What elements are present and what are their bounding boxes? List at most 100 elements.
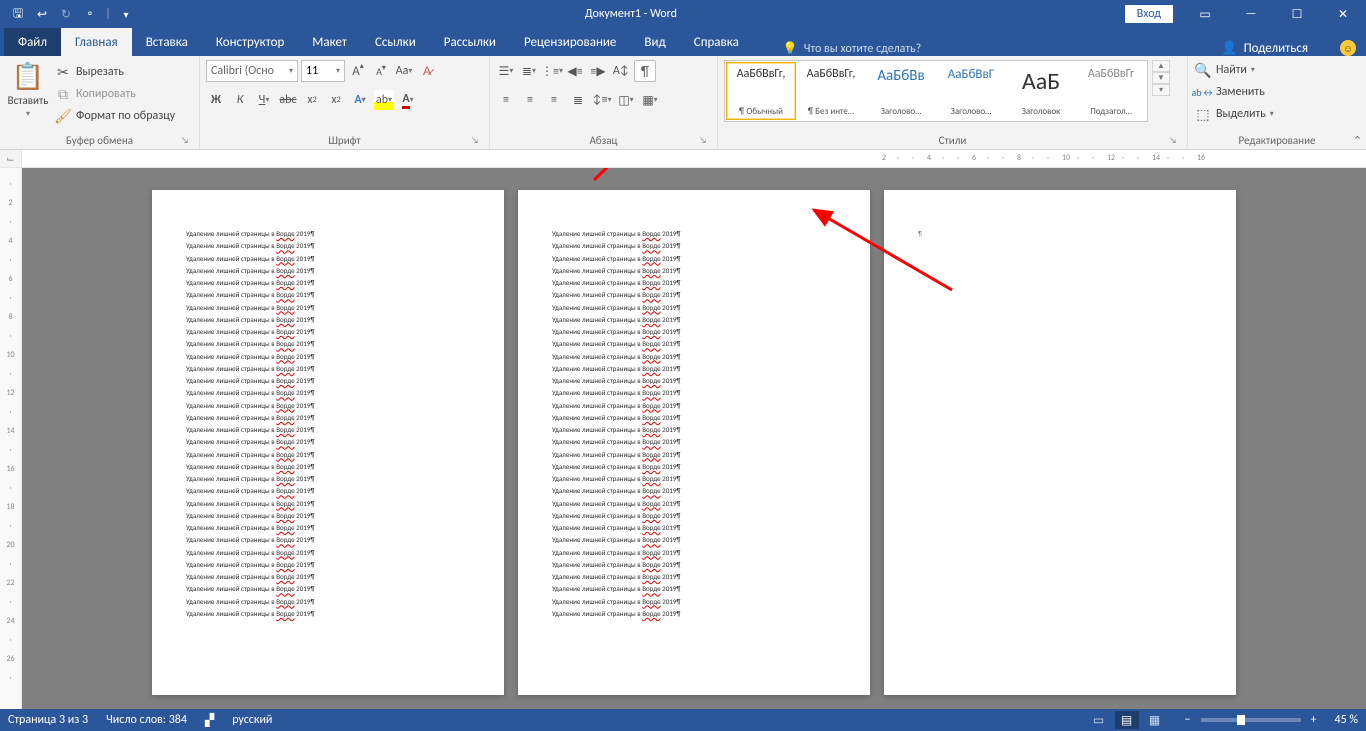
text-line[interactable]: Удаление лишней страницы в Ворде 2019¶ — [186, 608, 470, 620]
text-line[interactable]: Удаление лишней страницы в Ворде 2019¶ — [186, 498, 470, 510]
text-line[interactable]: Удаление лишней страницы в Ворде 2019¶ — [552, 351, 836, 363]
text-line[interactable]: Удаление лишней страницы в Ворде 2019¶ — [552, 326, 836, 338]
text-line[interactable]: Удаление лишней страницы в Ворде 2019¶ — [552, 338, 836, 350]
ruler-corner-icon[interactable]: ⌙ — [0, 150, 22, 167]
text-line[interactable]: Удаление лишней страницы в Ворде 2019¶ — [552, 240, 836, 252]
sort-icon[interactable]: А↕ — [611, 61, 631, 81]
text-line[interactable]: Удаление лишней страницы в Ворде 2019¶ — [186, 302, 470, 314]
text-line[interactable]: Удаление лишней страницы в Ворде 2019¶ — [186, 326, 470, 338]
redo-icon[interactable]: ↻ — [54, 2, 78, 26]
underline-icon[interactable]: Ч▾ — [254, 90, 274, 110]
subscript-icon[interactable]: x2 — [302, 90, 322, 110]
format-painter-button[interactable]: 🖌Формат по образцу — [54, 106, 175, 126]
styles-expand-icon[interactable]: ▾ — [1152, 84, 1170, 96]
feedback-icon[interactable]: ☺ — [1340, 40, 1356, 56]
text-line[interactable]: Удаление лишней страницы в Ворде 2019¶ — [186, 461, 470, 473]
text-line[interactable]: Удаление лишней страницы в Ворде 2019¶ — [186, 473, 470, 485]
multilevel-icon[interactable]: ⋮≡▾ — [542, 61, 562, 81]
zoom-out-button[interactable]: − — [1185, 713, 1191, 727]
horizontal-ruler-scale[interactable]: 2··4··6··8··10··12··14··16 — [22, 150, 1366, 167]
styles-dialog-launcher-icon[interactable]: ↘ — [1167, 135, 1179, 147]
text-line[interactable]: Удаление лишней страницы в Ворде 2019¶ — [186, 351, 470, 363]
text-line[interactable]: Удаление лишней страницы в Ворде 2019¶ — [186, 375, 470, 387]
text-line[interactable]: Удаление лишней страницы в Ворде 2019¶ — [186, 400, 470, 412]
italic-icon[interactable]: К — [230, 90, 250, 110]
justify-icon[interactable]: ≣ — [568, 90, 588, 110]
tab-review[interactable]: Рецензирование — [510, 28, 630, 56]
text-line[interactable]: Удаление лишней страницы в Ворде 2019¶ — [186, 449, 470, 461]
text-line[interactable]: Удаление лишней страницы в Ворде 2019¶ — [186, 522, 470, 534]
show-paragraph-marks-icon[interactable]: ¶ — [634, 60, 656, 82]
text-line[interactable]: Удаление лишней страницы в Ворде 2019¶ — [552, 485, 836, 497]
save-icon[interactable]: 🖫 — [6, 2, 30, 26]
text-line[interactable]: Удаление лишней страницы в Ворде 2019¶ — [552, 461, 836, 473]
close-icon[interactable]: ✕ — [1320, 0, 1366, 28]
page-2[interactable]: Удаление лишней страницы в Ворде 2019¶Уд… — [518, 190, 870, 695]
language-indicator[interactable]: русский — [232, 713, 272, 727]
text-line[interactable]: Удаление лишней страницы в Ворде 2019¶ — [186, 363, 470, 375]
clipboard-dialog-launcher-icon[interactable]: ↘ — [179, 135, 191, 147]
align-right-icon[interactable]: ≡ — [544, 90, 564, 110]
minimize-icon[interactable]: — — [1228, 0, 1274, 28]
page-1[interactable]: Удаление лишней страницы в Ворде 2019¶Уд… — [152, 190, 504, 695]
align-left-icon[interactable]: ≡ — [496, 90, 516, 110]
text-line[interactable]: Удаление лишней страницы в Ворде 2019¶ — [186, 387, 470, 399]
grow-font-icon[interactable]: A▴ — [348, 61, 368, 81]
word-count[interactable]: Число слов: 384 — [106, 713, 187, 727]
print-layout-icon[interactable]: ▤ — [1115, 711, 1139, 729]
text-line[interactable]: Удаление лишней страницы в Ворде 2019¶ — [552, 424, 836, 436]
cut-button[interactable]: ✂Вырезать — [54, 62, 175, 82]
tab-layout[interactable]: Макет — [298, 28, 361, 56]
text-line[interactable]: Удаление лишней страницы в Ворде 2019¶ — [552, 559, 836, 571]
text-line[interactable]: Удаление лишней страницы в Ворде 2019¶ — [186, 583, 470, 595]
text-line[interactable]: Удаление лишней страницы в Ворде 2019¶ — [186, 571, 470, 583]
document-canvas[interactable]: Удаление лишней страницы в Ворде 2019¶Уд… — [22, 168, 1366, 709]
increase-indent-icon[interactable]: ≡▶ — [588, 61, 608, 81]
find-button[interactable]: 🔍Найти ▾ — [1194, 60, 1255, 80]
select-button[interactable]: ⬚Выделить ▾ — [1194, 104, 1274, 124]
text-line[interactable]: Удаление лишней страницы в Ворде 2019¶ — [552, 314, 836, 326]
zoom-slider[interactable] — [1201, 718, 1301, 722]
share-button[interactable]: Поделиться — [1244, 41, 1308, 56]
text-line[interactable]: Удаление лишней страницы в Ворде 2019¶ — [552, 436, 836, 448]
ribbon-display-icon[interactable]: ▭ — [1182, 0, 1228, 28]
text-line[interactable]: Удаление лишней страницы в Ворде 2019¶ — [552, 498, 836, 510]
text-line[interactable]: Удаление лишней страницы в Ворде 2019¶ — [186, 485, 470, 497]
zoom-thumb[interactable] — [1237, 715, 1245, 725]
change-case-icon[interactable]: Aa▾ — [394, 61, 414, 81]
font-size-select[interactable]: 11▾ — [301, 60, 345, 82]
bold-icon[interactable]: Ж — [206, 90, 226, 110]
tab-design[interactable]: Конструктор — [202, 28, 298, 56]
tab-mailings[interactable]: Рассылки — [430, 28, 510, 56]
text-line[interactable]: Удаление лишней страницы в Ворде 2019¶ — [186, 228, 470, 240]
style-item[interactable]: АаБбВвГгПодзагол… — [1076, 62, 1146, 120]
style-item[interactable]: АаБбВвГг,¶ Обычный — [726, 62, 796, 120]
read-mode-icon[interactable]: ▭ — [1087, 711, 1111, 729]
text-line[interactable]: Удаление лишней страницы в Ворде 2019¶ — [552, 596, 836, 608]
text-line[interactable]: Удаление лишней страницы в Ворде 2019¶ — [552, 387, 836, 399]
vertical-ruler[interactable]: ·2·4·6·8·10·12·14·16·18·20·22·24·26· — [0, 168, 22, 709]
tab-home[interactable]: Главная — [61, 28, 132, 56]
tab-insert[interactable]: Вставка — [132, 28, 202, 56]
new-doc-icon[interactable]: ▫ — [78, 2, 102, 26]
text-line[interactable]: Удаление лишней страницы в Ворде 2019¶ — [552, 571, 836, 583]
style-item[interactable]: АаБЗаголовок — [1006, 62, 1076, 120]
text-line[interactable]: Удаление лишней страницы в Ворде 2019¶ — [186, 412, 470, 424]
zoom-in-button[interactable]: + — [1311, 713, 1317, 727]
text-line[interactable]: Удаление лишней страницы в Ворде 2019¶ — [552, 265, 836, 277]
numbering-icon[interactable]: ≣▾ — [519, 61, 539, 81]
borders-icon[interactable]: ▦▾ — [640, 90, 660, 110]
tab-help[interactable]: Справка — [680, 28, 753, 56]
text-line[interactable]: Удаление лишней страницы в Ворде 2019¶ — [552, 363, 836, 375]
text-line[interactable]: Удаление лишней страницы в Ворде 2019¶ — [552, 228, 836, 240]
qat-customize-icon[interactable]: ▾ — [114, 2, 138, 26]
text-line[interactable]: Удаление лишней страницы в Ворде 2019¶ — [552, 449, 836, 461]
text-line[interactable]: Удаление лишней страницы в Ворде 2019¶ — [186, 277, 470, 289]
text-line[interactable]: Удаление лишней страницы в Ворде 2019¶ — [552, 277, 836, 289]
text-line[interactable]: Удаление лишней страницы в Ворде 2019¶ — [552, 547, 836, 559]
collapse-ribbon-icon[interactable]: ⌃ — [1353, 134, 1362, 147]
paragraph-dialog-launcher-icon[interactable]: ↘ — [697, 135, 709, 147]
text-line[interactable]: Удаление лишней страницы в Ворде 2019¶ — [186, 338, 470, 350]
tab-references[interactable]: Ссылки — [361, 28, 430, 56]
text-line[interactable]: Удаление лишней страницы в Ворде 2019¶ — [186, 253, 470, 265]
